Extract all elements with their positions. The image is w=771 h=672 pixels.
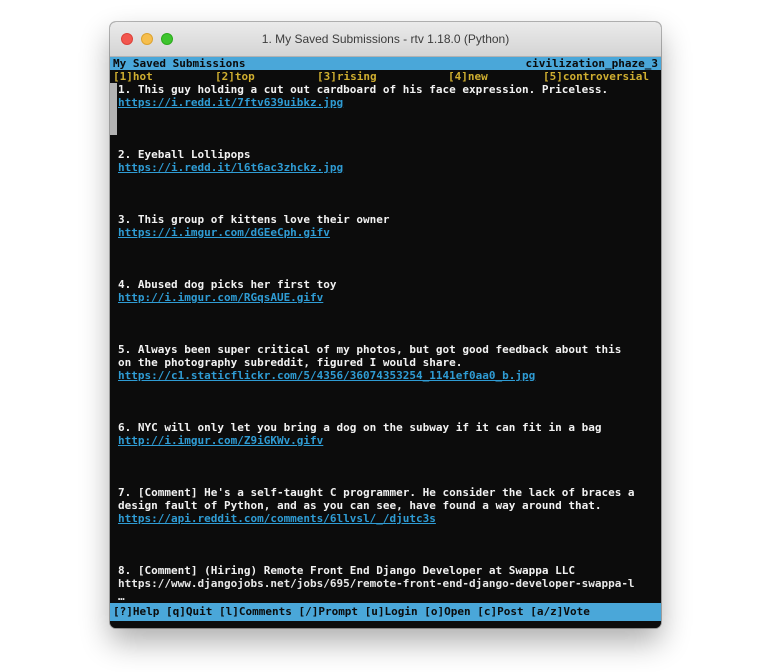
submission-url[interactable]: http://i.imgur.com/Z9iGKWv.gifv xyxy=(118,434,661,447)
submission-stats: 26478 pts • 6hr - 766 comments [saved] xyxy=(118,304,661,317)
submission-stats: 17689 pts • 20hr - 580 comments [saved] xyxy=(118,382,661,395)
footer-bar: [?]Help [q]Quit [l]Comments [/]Prompt [u… xyxy=(110,603,661,621)
submission[interactable]: 7. [Comment] He's a self-taught C progra… xyxy=(118,486,661,551)
window-zoom-button[interactable] xyxy=(161,33,173,45)
footer-cmd[interactable]: [q]Quit xyxy=(166,605,212,618)
submission-list: 1. This guy holding a cut out cardboard … xyxy=(110,83,661,603)
submission-stats: - pts • 1hr - 19 comments [saved] xyxy=(118,174,661,187)
sort-tabs: [1]hot [2]top [3]rising [4]new [5]controvers… xyxy=(110,70,661,83)
submission-url[interactable]: http://i.imgur.com/RGqsAUE.gifv xyxy=(118,291,661,304)
submission-title: 7. [Comment] He's a self-taught C progra… xyxy=(118,486,661,512)
window-minimize-button[interactable] xyxy=(141,33,153,45)
submission-byline: burner_262955eb /r/Python xyxy=(118,538,661,551)
app-window: 1. My Saved Submissions - rtv 1.18.0 (Py… xyxy=(110,22,661,628)
footer-cmd[interactable]: [u]Login xyxy=(365,605,418,618)
submission[interactable]: 5. Always been super critical of my phot… xyxy=(118,343,661,408)
submission-url[interactable]: https://i.redd.it/l6t6ac3zhckz.jpg xyxy=(118,161,661,174)
footer-cmd[interactable]: [?]Help xyxy=(113,605,159,618)
submission-url[interactable]: https://i.imgur.com/dGEeCph.gifv xyxy=(118,226,661,239)
submission[interactable]: 8. [Comment] (Hiring) Remote Front End D… xyxy=(118,564,661,603)
footer-cmd[interactable]: [/]Prompt xyxy=(298,605,358,618)
submission-url[interactable]: https://c1.staticflickr.com/5/4356/36074… xyxy=(118,369,661,382)
submission-byline: Fizrock /r/aww xyxy=(118,460,661,473)
submission-byline: JF_112 /r/gifs xyxy=(118,252,661,265)
footer-cmd[interactable]: [l]Comments xyxy=(219,605,292,618)
footer-cmd[interactable]: [o]Open xyxy=(424,605,470,618)
submission-url[interactable]: https://www.djangojobs.net/jobs/695/remo… xyxy=(118,577,661,603)
tab-new[interactable]: [4]new xyxy=(448,70,488,83)
submission-title: 1. This guy holding a cut out cardboard … xyxy=(118,83,661,96)
submission-title: 5. Always been super critical of my phot… xyxy=(118,343,661,369)
tab-rising[interactable]: [3]rising xyxy=(317,70,377,83)
submission-title: 8. [Comment] (Hiring) Remote Front End D… xyxy=(118,564,661,577)
footer-cmd[interactable]: [a/z]Vote xyxy=(530,605,590,618)
submission[interactable]: 6. NYC will only let you bring a dog on … xyxy=(118,421,661,473)
tab-hot[interactable]: [1]hot xyxy=(113,70,153,83)
submission-stats: 27 pts • 2month [saved] xyxy=(118,525,661,538)
submission[interactable]: 4. Abused dog picks her first toy http:/… xyxy=(118,278,661,330)
submission-byline: JF_112 /r/gifs xyxy=(118,317,661,330)
header-bar: My Saved Submissions civilization_phaze_… xyxy=(110,57,661,70)
submission-stats: 141 pts • 5hr - 21 comments [saved] xyxy=(118,109,661,122)
terminal: My Saved Submissions civilization_phaze_… xyxy=(110,57,661,628)
submission-title: 4. Abused dog picks her first toy xyxy=(118,278,661,291)
submission-byline: dittidot /r/pics xyxy=(118,187,661,200)
account-name: civilization_phaze_3 xyxy=(526,57,658,70)
selection-cursor xyxy=(110,83,117,135)
footer-cmd[interactable]: [c]Post xyxy=(477,605,523,618)
submission[interactable]: 1. This guy holding a cut out cardboard … xyxy=(118,83,661,135)
submission-title: 6. NYC will only let you bring a dog on … xyxy=(118,421,661,434)
submission-title: 3. This group of kittens love their owne… xyxy=(118,213,661,226)
tab-controversial[interactable]: [5]controversial xyxy=(543,70,649,83)
submission-byline: AlphaCodeNumerial /r/pics xyxy=(118,122,661,135)
submission[interactable]: 2. Eyeball Lollipops https://i.redd.it/l… xyxy=(118,148,661,200)
submission-url[interactable]: https://api.reddit.com/comments/6llvsl/_… xyxy=(118,512,661,525)
traffic-lights xyxy=(121,22,173,56)
submission-title: 2. Eyeball Lollipops xyxy=(118,148,661,161)
submission-url[interactable]: https://i.redd.it/7ftv639uibkz.jpg xyxy=(118,96,661,109)
submission-byline: Nexxus88 /r/pics xyxy=(118,395,661,408)
submission[interactable]: 3. This group of kittens love their owne… xyxy=(118,213,661,265)
submission-stats: 110245 pts ▲ 2month - 1576 comments [sav… xyxy=(118,447,661,460)
window-title: 1. My Saved Submissions - rtv 1.18.0 (Py… xyxy=(262,32,509,46)
window-close-button[interactable] xyxy=(121,33,133,45)
tab-top[interactable]: [2]top xyxy=(215,70,255,83)
submission-stats: 5455 pts • 8hr - 120 comments [saved] xyxy=(118,239,661,252)
window-titlebar: 1. My Saved Submissions - rtv 1.18.0 (Py… xyxy=(110,22,661,57)
page-title: My Saved Submissions xyxy=(113,57,245,70)
